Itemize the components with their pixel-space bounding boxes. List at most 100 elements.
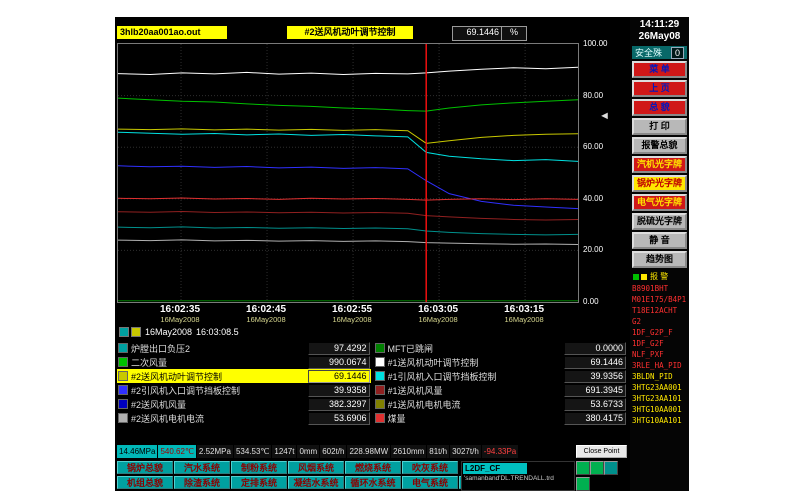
legend-row[interactable]: MFT已跳闸0.0000 xyxy=(374,341,628,355)
trend-plot-area[interactable] xyxy=(118,44,578,302)
indicator-light[interactable] xyxy=(576,461,590,475)
trace-value: 53.6906 xyxy=(308,412,370,425)
sidebar-button[interactable]: 总 貌 xyxy=(632,99,687,116)
sidebar-button[interactable]: 趋势图 xyxy=(632,251,687,268)
menu-button[interactable]: 电气系统 xyxy=(402,476,458,489)
alarm-tag[interactable]: 1DF_G2P_F xyxy=(632,327,687,338)
selected-trace-title[interactable]: #2送风机动叶调节控制 xyxy=(287,26,413,39)
legend-row[interactable]: #1引风机入口调节挡板控制39.9356 xyxy=(374,369,628,383)
legend-row[interactable]: 炉膛出口负压297.4292 xyxy=(117,341,371,355)
trend-trace xyxy=(118,129,578,143)
sidebar-button[interactable]: 锅炉光字牌 xyxy=(632,175,687,192)
alarm-tag[interactable]: NLF_PXF xyxy=(632,349,687,360)
menu-button[interactable]: 吹灰系统 xyxy=(402,461,458,474)
menu-button[interactable]: 除渣系统 xyxy=(174,476,230,489)
alarm-tag[interactable]: G2 xyxy=(632,316,687,327)
trace-label: #1送风机动叶调节控制 xyxy=(388,356,562,369)
y-tick-label: 40.00 xyxy=(583,194,603,203)
x-tick: 16:02:4516May2008 xyxy=(246,304,286,324)
indicator-light[interactable] xyxy=(590,461,604,475)
sidebar-button[interactable]: 打 印 xyxy=(632,118,687,135)
cursor-row-icon xyxy=(119,327,129,337)
trace-label: MFT已跳闸 xyxy=(388,342,562,355)
menu-row-1: 锅炉总貌汽水系统制粉系统风烟系统燃烧系统吹灰系统 xyxy=(117,461,458,474)
alarm-header-icons xyxy=(633,274,647,280)
status-value: 1247t xyxy=(272,445,296,458)
legend-row[interactable]: #1送风机动叶调节控制69.1446 xyxy=(374,355,628,369)
menu-button[interactable]: 定排系统 xyxy=(231,476,287,489)
y-axis-scale: 100.0080.0060.0040.0020.000.00 xyxy=(581,43,627,301)
trace-color-swatch xyxy=(375,399,385,409)
alarm-tag[interactable]: 3HTG23AA001 xyxy=(632,382,687,393)
selected-trace-value: 69.1446 xyxy=(452,26,502,41)
point-tag-box[interactable]: 3hlb20aa001ao.out xyxy=(117,26,227,39)
y-tick-label: 100.00 xyxy=(583,39,607,48)
sidebar-button[interactable]: 静 音 xyxy=(632,232,687,249)
legend-row[interactable]: #2送风机电机电流53.6906 xyxy=(117,411,371,425)
trace-color-swatch xyxy=(375,357,385,367)
scale-marker-icon[interactable]: ◄ xyxy=(599,111,610,122)
sidebar-button[interactable]: 报警总貌 xyxy=(632,137,687,154)
sidebar-button[interactable]: 脱硫光字牌 xyxy=(632,213,687,230)
indicator-lights xyxy=(576,461,628,491)
trace-label: #1送风机电机电流 xyxy=(388,398,562,411)
trace-color-swatch xyxy=(118,413,128,423)
menu-button[interactable]: 机组总貌 xyxy=(117,476,173,489)
y-tick-label: 60.00 xyxy=(583,142,603,151)
trace-value: 39.9356 xyxy=(564,370,626,383)
trend-trace xyxy=(118,166,578,209)
status-value: 602t/h xyxy=(320,445,346,458)
x-axis-ticks: 16:02:3516May200816:02:4516May200816:02:… xyxy=(117,304,577,326)
legend-row[interactable]: #2送风机风量382.3297 xyxy=(117,397,371,411)
menu-button[interactable]: 循环水系统 xyxy=(345,476,401,489)
trace-color-swatch xyxy=(375,413,385,423)
alarm-tag[interactable]: 3BLDN_PID xyxy=(632,371,687,382)
trace-color-swatch xyxy=(118,357,128,367)
trend-trace xyxy=(118,227,578,235)
trace-value: 382.3297 xyxy=(308,398,370,411)
trace-color-swatch xyxy=(118,343,128,353)
legend-row[interactable]: 二次风量990.0674 xyxy=(117,355,371,369)
sidebar-button[interactable]: 汽机光字牌 xyxy=(632,156,687,173)
indicator-light[interactable] xyxy=(604,461,618,475)
menu-button[interactable]: 凝结水系统 xyxy=(288,476,344,489)
alarm-tag[interactable]: M01E175/B4P1 xyxy=(632,294,687,305)
alarm-tag[interactable]: B8901BHT xyxy=(632,283,687,294)
legend-row[interactable]: #2引风机入口调节挡板控制39.9358 xyxy=(117,383,371,397)
menu-button[interactable]: 制粉系统 xyxy=(231,461,287,474)
alarm-tag[interactable]: 3HTG10AA101 xyxy=(632,415,687,426)
legend-row[interactable]: #2送风机动叶调节控制69.1446 xyxy=(117,369,371,383)
trace-label: #1引风机入口调节挡板控制 xyxy=(388,370,562,383)
y-tick-label: 0.00 xyxy=(583,297,599,306)
screen-name-display: L2DF_CF xyxy=(463,463,527,474)
sidebar-button[interactable]: 电气光字牌 xyxy=(632,194,687,211)
status-value: 534.53℃ xyxy=(234,445,271,458)
close-point-button[interactable]: Close Point xyxy=(576,445,627,458)
safety-label: 安全殊 xyxy=(635,46,662,59)
legend-row[interactable]: #1送风机电机电流53.6733 xyxy=(374,397,628,411)
sidebar-button[interactable]: 上 页 xyxy=(632,80,687,97)
trace-color-swatch xyxy=(375,371,385,381)
alarm-header-label: 报 警 xyxy=(650,271,668,282)
sidebar-button[interactable]: 菜 单 xyxy=(632,61,687,78)
safety-level-row: 安全殊 0 xyxy=(632,46,687,59)
indicator-light[interactable] xyxy=(576,477,590,491)
menu-button[interactable]: 燃烧系统 xyxy=(345,461,401,474)
clock: 14:11:29 26May08 xyxy=(630,17,689,45)
alarm-tag[interactable]: 3HTG23AA101 xyxy=(632,393,687,404)
clock-date: 26May08 xyxy=(630,31,689,43)
trend-chart[interactable] xyxy=(117,43,579,303)
menu-button[interactable]: 汽水系统 xyxy=(174,461,230,474)
legend-row[interactable]: 煤量380.4175 xyxy=(374,411,628,425)
sidebar: 14:11:29 26May08 安全殊 0 菜 单上 页总 貌打 印报警总貌汽… xyxy=(630,17,689,491)
status-value: 2.52MPa xyxy=(197,445,233,458)
alarm-tag[interactable]: 3HTG10AA001 xyxy=(632,404,687,415)
menu-button[interactable]: 锅炉总貌 xyxy=(117,461,173,474)
alarm-tag[interactable]: 1DF_G2F xyxy=(632,338,687,349)
alarm-tag[interactable]: 3RLE_HA_PID xyxy=(632,360,687,371)
trace-value: 53.6733 xyxy=(564,398,626,411)
menu-button[interactable]: 风烟系统 xyxy=(288,461,344,474)
alarm-list-header: 报 警 xyxy=(633,271,686,282)
legend-row[interactable]: #1送风机风量691.3945 xyxy=(374,383,628,397)
alarm-tag[interactable]: T18E12ACHT xyxy=(632,305,687,316)
